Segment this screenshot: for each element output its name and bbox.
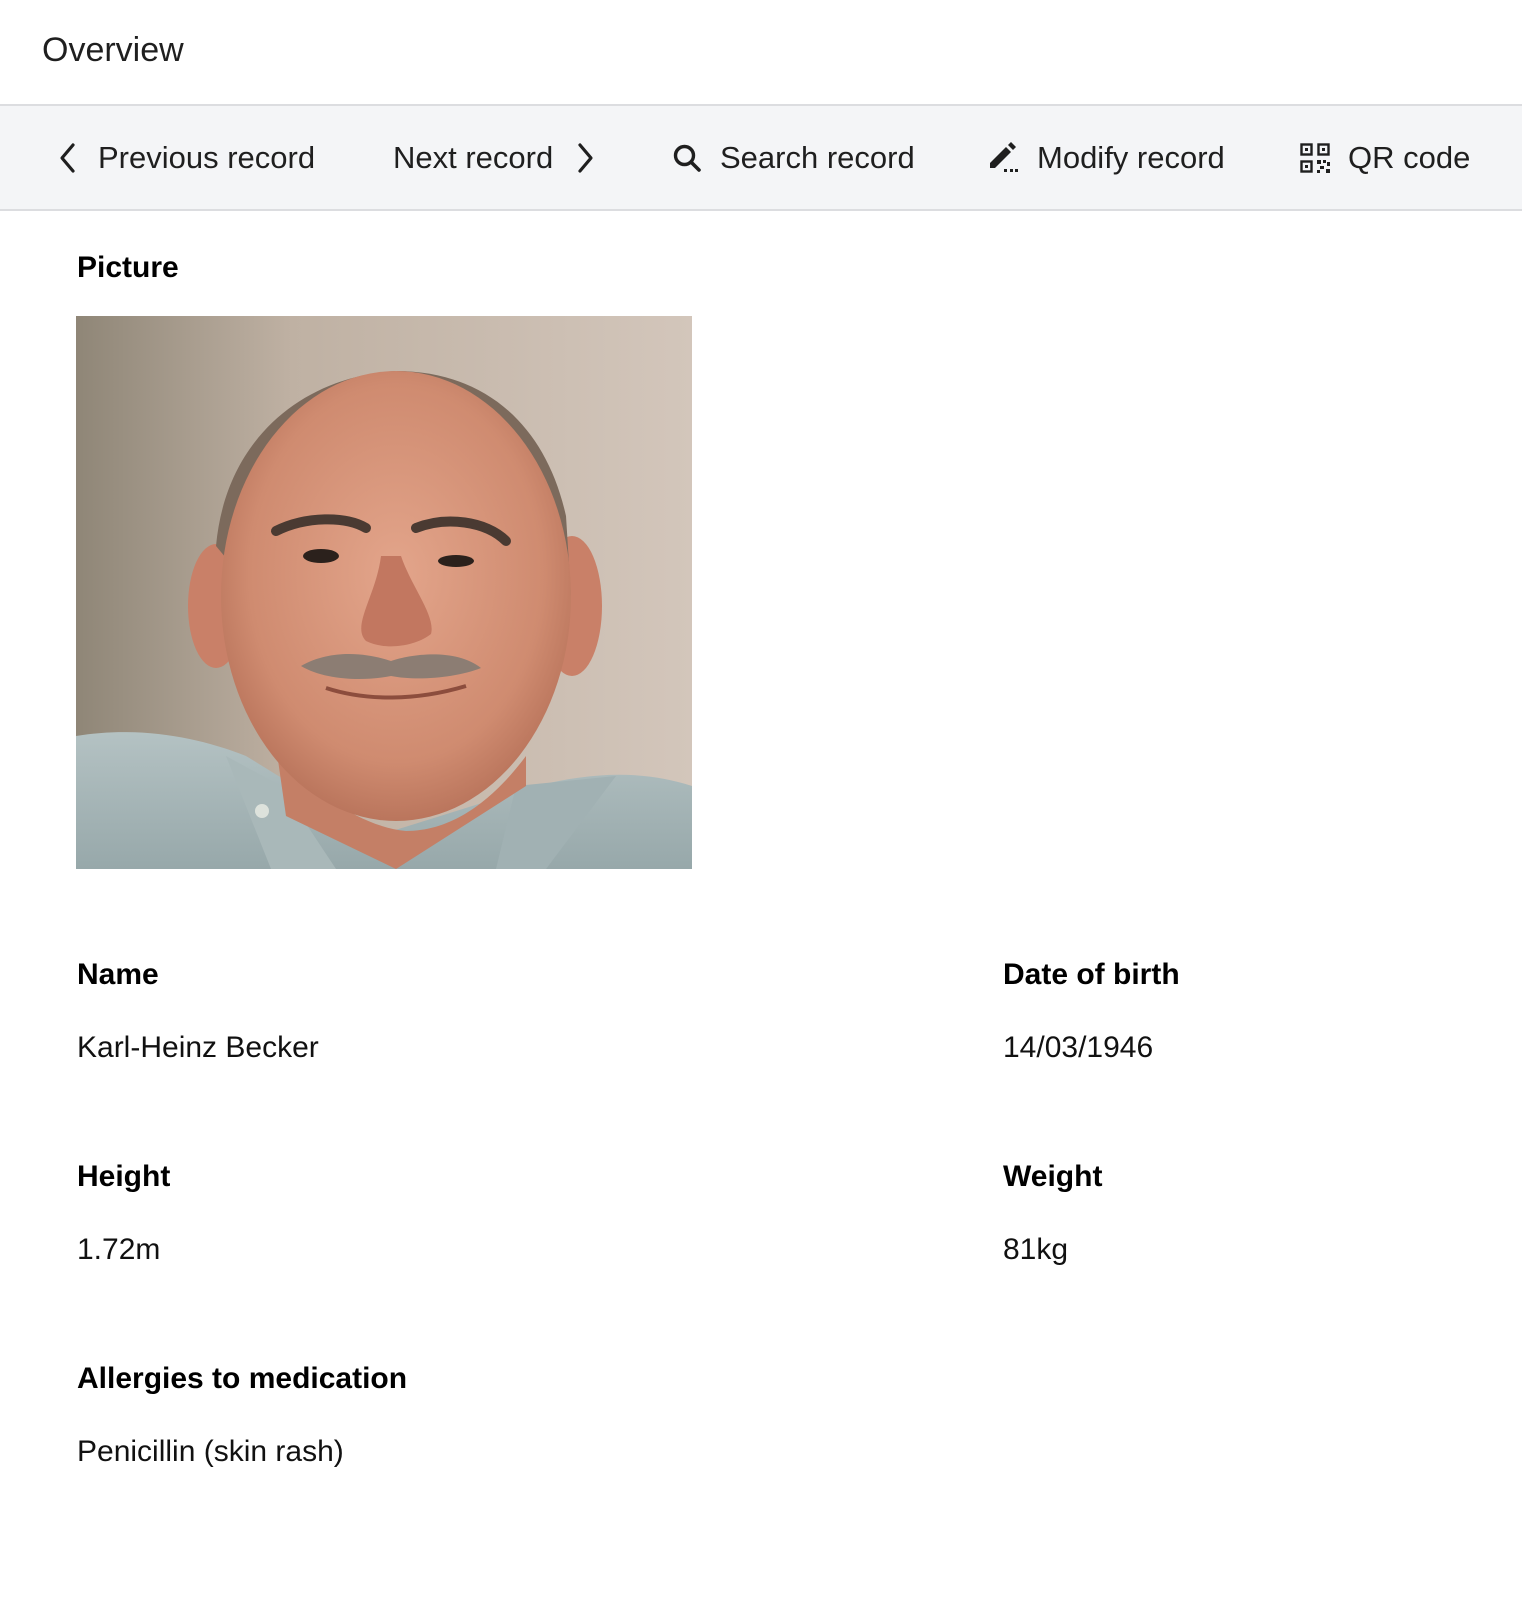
search-icon xyxy=(672,143,702,173)
previous-record-button[interactable]: Previous record xyxy=(58,106,315,209)
height-label: Height xyxy=(77,1160,171,1193)
patient-photo xyxy=(76,316,692,869)
allergies-value: Penicillin (skin rash) xyxy=(77,1435,344,1468)
search-record-label: Search record xyxy=(720,139,915,175)
weight-value: 81kg xyxy=(1003,1233,1069,1266)
name-label: Name xyxy=(77,958,159,991)
weight-label: Weight xyxy=(1003,1160,1103,1193)
allergies-label: Allergies to medication xyxy=(77,1362,408,1395)
picture-label: Picture xyxy=(77,251,179,284)
page-header: Overview xyxy=(0,0,1522,104)
dob-label: Date of birth xyxy=(1003,958,1180,991)
modify-record-label: Modify record xyxy=(1037,139,1225,175)
next-record-button[interactable]: Next record xyxy=(393,106,595,209)
edit-pencil-icon xyxy=(987,141,1019,174)
search-record-button[interactable]: Search record xyxy=(672,106,915,209)
next-record-label: Next record xyxy=(393,139,554,175)
previous-record-label: Previous record xyxy=(98,139,316,175)
qr-code-label: QR code xyxy=(1348,139,1471,175)
height-value: 1.72m xyxy=(77,1233,161,1266)
qr-code-button[interactable]: QR code xyxy=(1300,106,1470,209)
dob-value: 14/03/1946 xyxy=(1003,1031,1154,1064)
page-title: Overview xyxy=(42,31,184,69)
qr-code-icon xyxy=(1300,142,1330,173)
record-toolbar: Previous record Next record Search recor… xyxy=(0,104,1522,211)
chevron-left-icon xyxy=(58,142,78,174)
chevron-right-icon xyxy=(575,142,595,174)
name-value: Karl-Heinz Becker xyxy=(77,1031,319,1064)
modify-record-button[interactable]: Modify record xyxy=(987,106,1225,209)
